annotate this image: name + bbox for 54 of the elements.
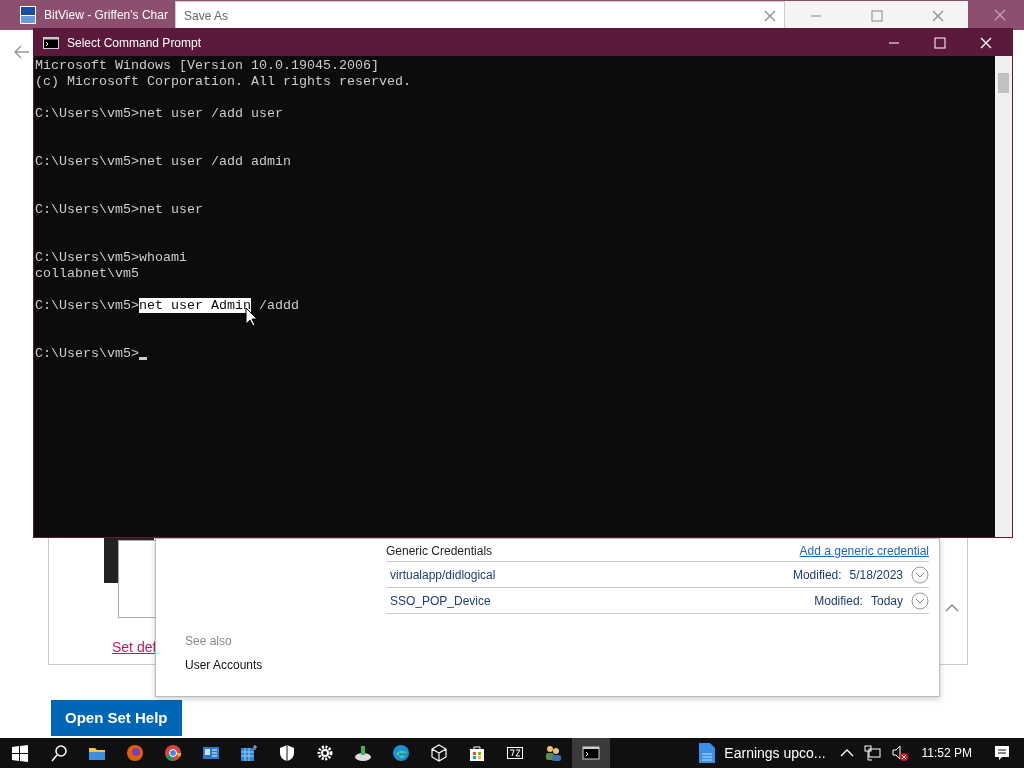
terminal-icon[interactable] (582, 744, 600, 762)
windows-start-icon[interactable] (11, 744, 29, 762)
back-arrow-icon[interactable] (14, 45, 30, 59)
notifications-icon[interactable] (993, 744, 1011, 762)
browser-icon[interactable] (164, 744, 182, 762)
search-icon[interactable] (50, 744, 68, 762)
shopping-bag-icon[interactable] (468, 744, 486, 762)
clock-time[interactable]: 11:52 PM (921, 744, 972, 762)
credential-name: virtualapp/didlogical (390, 566, 497, 584)
scrollbar[interactable] (995, 56, 1012, 537)
console-output: (c) Microsoft Corporation. All rights reserved. (35, 74, 411, 89)
console-output: collabnet\vm5 (35, 266, 139, 281)
set-default-link[interactable]: Set def (112, 637, 157, 658)
terminal-icon (43, 36, 59, 49)
command-line: C:\Users\vm5>net user (35, 202, 203, 217)
expand-icon[interactable] (911, 591, 929, 610)
modified-date: 5/18/2023 (849, 566, 903, 584)
credential-row[interactable]: virtualapp/didlogical Modified: 5/18/2023 (386, 562, 929, 588)
command-line: C:\Users\vm5>whoami (35, 250, 187, 265)
command-line: C:\Users\vm5>net user /add admin (35, 154, 291, 169)
cube-icon[interactable] (430, 744, 448, 762)
browser-icon[interactable] (392, 744, 410, 762)
window-title: BitView - Griffen's Char (44, 7, 168, 24)
see-also-label: See also (185, 633, 232, 650)
scroll-thumb[interactable] (998, 73, 1009, 93)
section-heading: Generic Credentials (386, 542, 493, 560)
modified-label: Modified: (814, 592, 863, 610)
modified-label: Modified: (792, 566, 842, 584)
credential-row[interactable]: SSO_POP_Device Modified: Today (386, 588, 929, 614)
news-widget[interactable]: Earnings upco... (698, 742, 826, 764)
document-icon (698, 742, 717, 764)
network-icon[interactable] (863, 744, 882, 762)
app-logo-icon (20, 6, 36, 24)
add-credential-link[interactable]: Add a generic credential (799, 541, 929, 560)
console-output: Microsoft Windows [Version 10.0.19045.2006] (35, 58, 379, 73)
grid-icon[interactable] (240, 744, 258, 762)
expand-icon[interactable] (911, 565, 929, 584)
settings-icon[interactable] (316, 744, 334, 762)
command-line: C:\Users\vm5> (35, 346, 139, 361)
archive-icon[interactable] (506, 744, 524, 762)
window-title: Select Command Prompt (67, 34, 203, 52)
credential-name: SSO_POP_Device (390, 592, 492, 610)
volume-muted-icon[interactable] (890, 744, 909, 762)
news-text: Earnings upco... (724, 743, 826, 763)
shield-icon[interactable] (278, 744, 296, 762)
modified-date: Today (870, 592, 903, 610)
command-line: C:\Users\vm5>net user /add user (35, 106, 283, 121)
dialog-title: Save As (184, 7, 229, 25)
mouse-pointer-icon (245, 307, 259, 327)
users-icon[interactable] (544, 744, 562, 762)
disk-icon[interactable] (354, 744, 372, 762)
user-accounts-link[interactable]: User Accounts (185, 656, 263, 674)
contact-card-icon[interactable] (202, 744, 220, 762)
open-help-button[interactable]: Open Set Help (51, 700, 182, 736)
